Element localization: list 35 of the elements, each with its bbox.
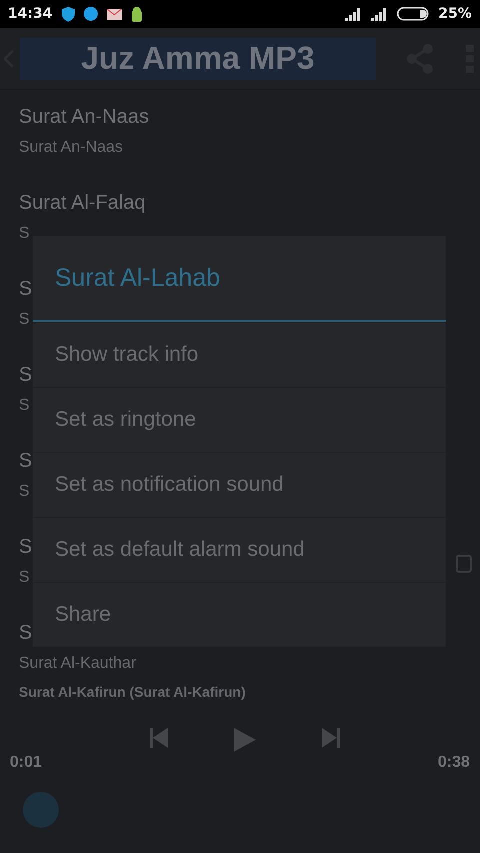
track-subtitle: S bbox=[19, 569, 30, 587]
track-title[interactable]: S bbox=[19, 536, 32, 559]
previous-icon[interactable] bbox=[150, 728, 168, 748]
elapsed-time: 0:01 bbox=[10, 754, 42, 772]
duration-time: 0:38 bbox=[438, 754, 470, 772]
track-title[interactable]: S bbox=[19, 450, 32, 473]
signal-icon bbox=[371, 8, 388, 20]
track-subtitle: S bbox=[19, 483, 30, 501]
status-time: 14:34 bbox=[8, 6, 53, 22]
mail-icon bbox=[106, 8, 122, 20]
track-subtitle: S bbox=[19, 225, 30, 243]
menu-option[interactable]: Set as notification sound bbox=[33, 452, 446, 517]
menu-option[interactable]: Show track info bbox=[33, 322, 446, 387]
track-title[interactable]: Surat An-Naas bbox=[19, 106, 150, 129]
signal-icon bbox=[345, 8, 362, 20]
track-title[interactable]: Surat Al-Falaq bbox=[19, 192, 146, 215]
menu-option[interactable]: Share bbox=[33, 582, 446, 647]
shield-icon bbox=[62, 6, 75, 22]
track-title[interactable]: S bbox=[19, 278, 32, 301]
app-title: Juz Amma MP3 bbox=[20, 38, 376, 80]
track-subtitle: Surat An-Naas bbox=[19, 139, 124, 157]
round-button[interactable] bbox=[23, 792, 59, 828]
track-subtitle: S bbox=[19, 397, 30, 415]
track-title[interactable]: S bbox=[19, 622, 32, 645]
track-subtitle: S bbox=[19, 311, 30, 329]
track-subtitle: Surat Al-Kauthar bbox=[19, 655, 136, 673]
next-icon[interactable] bbox=[322, 728, 340, 748]
menu-title: Surat Al-Lahab bbox=[33, 236, 446, 322]
now-playing-text: Surat Al-Kafirun (Surat Al-Kafirun) bbox=[19, 684, 246, 700]
play-icon[interactable] bbox=[234, 728, 256, 752]
battery-percent: 25% bbox=[438, 6, 472, 22]
menu-option[interactable]: Set as ringtone bbox=[33, 387, 446, 452]
menu-option[interactable]: Set as default alarm sound bbox=[33, 517, 446, 582]
track-title[interactable]: S bbox=[19, 364, 32, 387]
battery-icon bbox=[397, 7, 430, 21]
